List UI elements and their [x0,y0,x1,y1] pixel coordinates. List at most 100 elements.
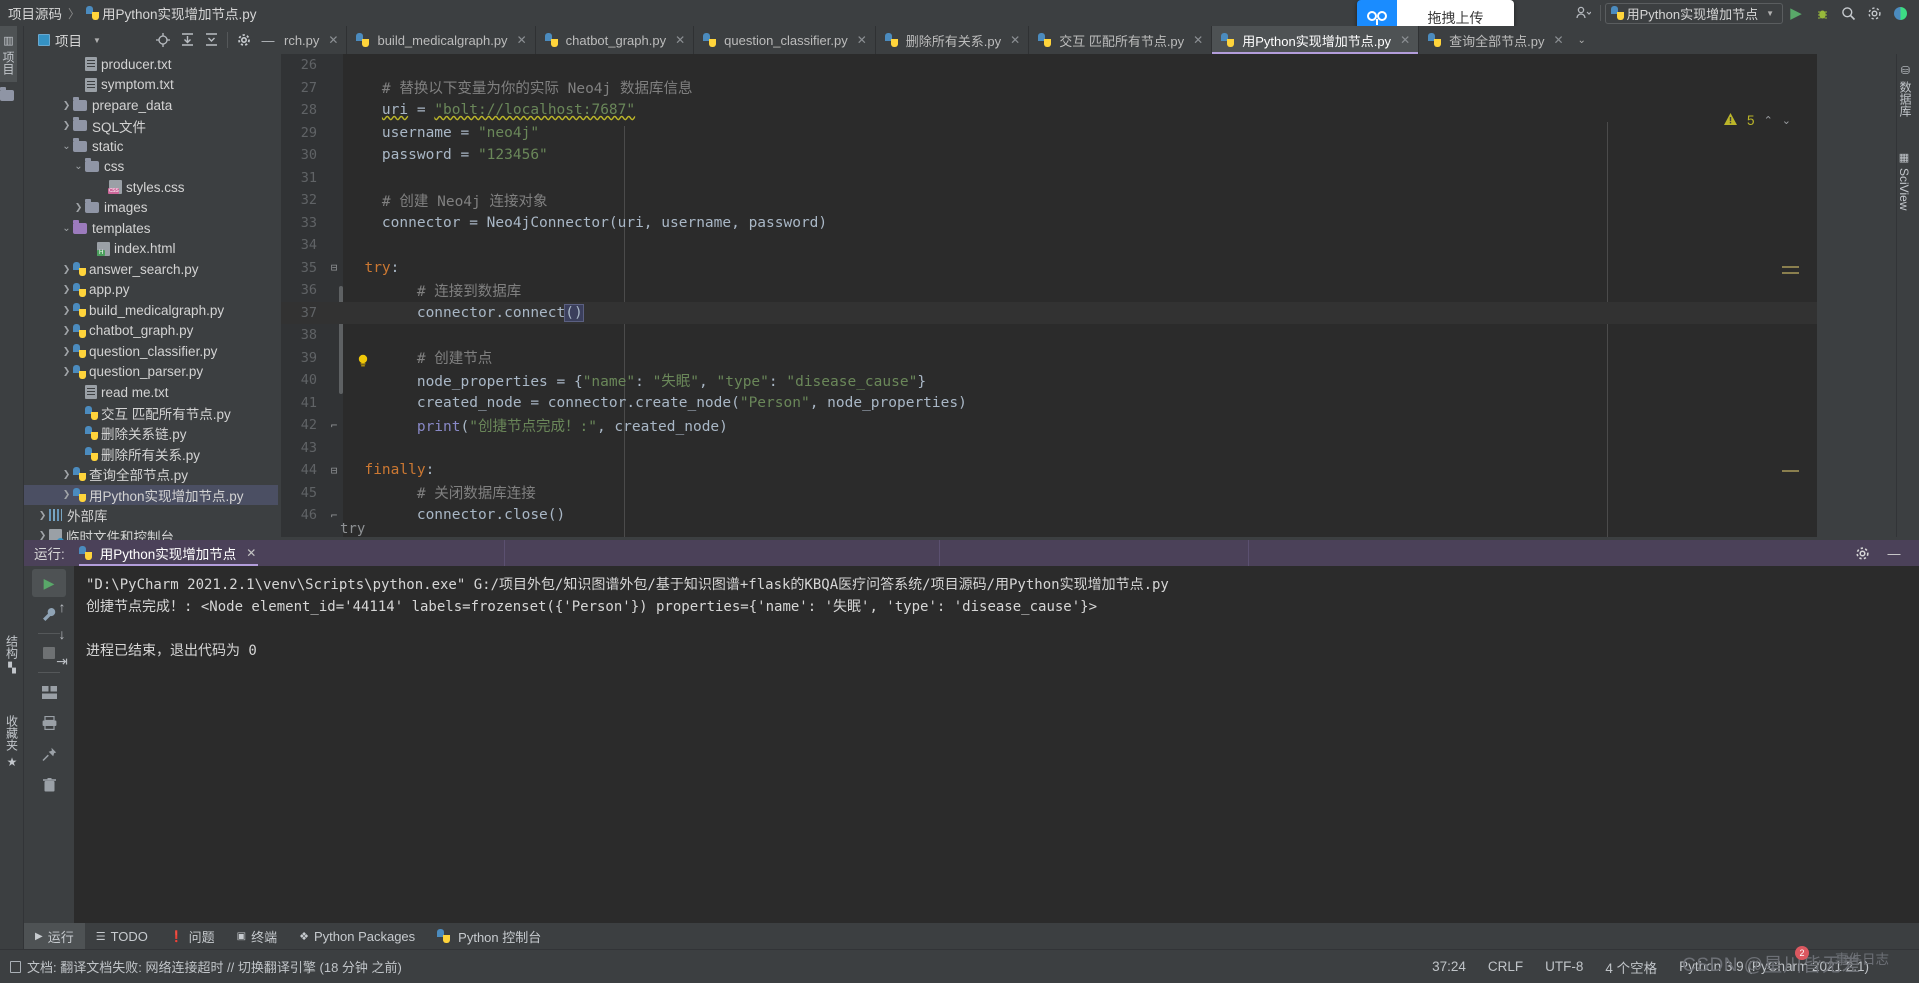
tree-item[interactable]: 删除所有关系.py [24,444,280,465]
chevron-down-icon[interactable]: ▼ [93,36,101,45]
tree-twisty-icon[interactable]: ❯ [60,120,73,131]
tree-item[interactable]: read me.txt [24,382,280,403]
gear-icon[interactable] [232,27,256,53]
close-icon[interactable]: ✕ [857,33,867,47]
editor-tab[interactable]: rch.py ✕ [280,26,348,54]
tree-twisty-icon[interactable]: ❯ [72,202,85,213]
code-line[interactable]: 28 uri = "bolt://localhost:7687" [281,99,1817,122]
tree-twisty-icon[interactable]: ❯ [60,100,73,111]
tree-twisty-icon[interactable]: ❯ [60,325,73,336]
tree-item[interactable]: ❯ build_medicalgraph.py [24,300,280,321]
code-line[interactable]: 31 [281,167,1817,190]
sidebar-item-database[interactable]: ⛁ 数据库 [1897,60,1914,121]
code-line[interactable]: 32 # 创建 Neo4j 连接对象 [281,189,1817,212]
tree-item[interactable]: ❯ prepare_data [24,95,280,116]
tree-twisty-icon[interactable]: ⌄ [72,161,85,172]
project-tool-title[interactable]: 项目 ▼ [38,30,101,50]
tree-twisty-icon[interactable]: ❯ [36,530,49,540]
layout-icon[interactable] [32,678,66,706]
breadcrumb-project[interactable]: 项目源码 [8,3,62,23]
file-encoding[interactable]: UTF-8 [1545,959,1583,974]
pin-icon[interactable] [32,740,66,768]
close-icon[interactable]: ✕ [1553,33,1563,47]
gear-icon[interactable] [1861,1,1887,25]
scroll-down-icon[interactable]: ↓ [51,622,73,646]
tree-item[interactable]: 删除关系链.py [24,423,280,444]
scroll-up-icon[interactable]: ↑ [51,595,73,619]
tree-item[interactable]: ❯ question_classifier.py [24,341,280,362]
tree-item[interactable]: index.html [24,239,280,260]
bottom-tab-run[interactable]: ▶ 运行 [24,923,85,949]
close-icon[interactable]: ✕ [1193,33,1203,47]
minimize-icon[interactable]: — [1881,541,1907,565]
code-line[interactable]: 39 # 创建节点 [281,347,1817,370]
status-message-area[interactable]: 文档: 翻译文档失败: 网络连接超时 // 切换翻译引擎 (18 分钟 之前) [10,957,402,976]
code-line[interactable]: 42 ⌐ print("创捷节点完成！:", created_node) [281,414,1817,437]
code-line[interactable]: 37 connector.connect() [281,301,1817,324]
editor-tab[interactable]: chatbot_graph.py ✕ [536,26,695,54]
tree-item[interactable]: ❯ 用Python实现增加节点.py [24,484,280,505]
run-session-tab[interactable]: 用Python实现增加节点 ✕ [78,540,259,566]
tree-item[interactable]: ⌄ static [24,136,280,157]
breadcrumb-file[interactable]: 用Python实现增加节点.py [102,3,257,23]
bottom-tab-todo[interactable]: ☰ TODO [85,923,159,949]
intention-bulb-icon[interactable] [357,354,369,368]
hide-icon[interactable]: — [256,27,280,53]
marker-stripe[interactable] [1782,272,1799,274]
code-line[interactable]: 44 ⊟ finally: [281,459,1817,482]
tree-twisty-icon[interactable]: ⌄ [60,223,73,234]
editor-tab-active[interactable]: 用Python实现增加节点.py ✕ [1212,26,1420,54]
tree-item[interactable]: styles.css [24,177,280,198]
code-fold-icon[interactable]: ⌐ [325,509,343,522]
marker-stripe[interactable] [1782,266,1799,268]
line-separator[interactable]: CRLF [1488,959,1523,974]
tree-twisty-icon[interactable]: ❯ [60,366,73,377]
close-icon[interactable]: ✕ [1400,33,1410,47]
bottom-tab-problems[interactable]: ❗ 问题 [159,923,226,949]
tree-twisty-icon[interactable]: ❯ [60,346,73,357]
code-line[interactable]: 40 node_properties = {"name": "失眠", "typ… [281,369,1817,392]
indent-setting[interactable]: 4 个空格 [1605,957,1657,977]
status-message[interactable]: 文档: 翻译文档失败: 网络连接超时 // 切换翻译引擎 (18 分钟 之前) [27,957,402,976]
sidebar-item-sciview[interactable]: ▦ SciView [1897,147,1911,214]
tree-item[interactable]: ❯ SQL文件 [24,116,280,137]
code-line[interactable]: 41 created_node = connector.create_node(… [281,392,1817,415]
marker-stripe[interactable] [1782,470,1799,472]
tree-item[interactable]: ❯ 查询全部节点.py [24,464,280,485]
code-lines[interactable]: 26 27 # 替换以下变量为你的实际 Neo4j 数据库信息 28 uri = "… [281,54,1817,540]
tree-item[interactable]: ❯ question_parser.py [24,362,280,383]
tree-twisty-icon[interactable]: ❯ [60,469,73,480]
project-tree[interactable]: producer.txt symptom.txt ❯ prepare_data ❯ SQL… [24,54,280,540]
tree-twisty-icon[interactable]: ❯ [60,284,73,295]
code-line[interactable]: 38 [281,324,1817,347]
debug-icon[interactable] [1809,1,1835,25]
tree-twisty-icon[interactable]: ⌄ [60,141,73,152]
chevron-up-icon[interactable]: ⌃ [1764,114,1773,127]
inspection-status[interactable]: 5 ⌃ ⌄ [1723,112,1791,129]
sidebar-item-favorites[interactable]: 收藏夹 ★ [0,711,24,773]
code-line[interactable]: 27 # 替换以下变量为你的实际 Neo4j 数据库信息 [281,77,1817,100]
editor-tab[interactable]: build_medicalgraph.py ✕ [347,26,536,54]
user-profile-icon[interactable] [1570,1,1596,25]
tree-item[interactable]: symptom.txt [24,75,280,96]
tree-item[interactable]: ⌄ css [24,157,280,178]
code-fold-icon[interactable]: ⊟ [325,464,343,477]
code-line[interactable]: 33 connector = Neo4jConnector(uri, usern… [281,212,1817,235]
tree-twisty-icon[interactable]: ❯ [60,305,73,316]
bottom-tab-python-packages[interactable]: ❖ Python Packages [288,923,426,949]
code-line[interactable]: 45 # 关闭数据库连接 [281,482,1817,505]
sidebar-item-project[interactable]: ▥ 项目 [0,26,17,82]
code-line[interactable]: 35 ⊟ try: [281,257,1817,280]
tree-item[interactable]: ❯ images [24,198,280,219]
sidebar-item-files[interactable] [0,82,14,108]
print-icon[interactable] [32,709,66,737]
close-icon[interactable]: ✕ [1010,33,1020,47]
code-line[interactable]: 43 [281,437,1817,460]
import-icon[interactable]: ⇥ [51,649,73,673]
more-tabs-chevron-icon[interactable]: ⌄ [1572,26,1592,54]
sidebar-item-structure[interactable]: 结构 ▚ [0,631,24,678]
code-fold-icon[interactable]: ⌐ [325,419,343,432]
tree-twisty-icon[interactable]: ❯ [60,264,73,275]
close-icon[interactable]: ✕ [675,33,685,47]
run-console-output[interactable]: "D:\PyCharm 2021.2.1\venv\Scripts\python… [74,566,1919,923]
